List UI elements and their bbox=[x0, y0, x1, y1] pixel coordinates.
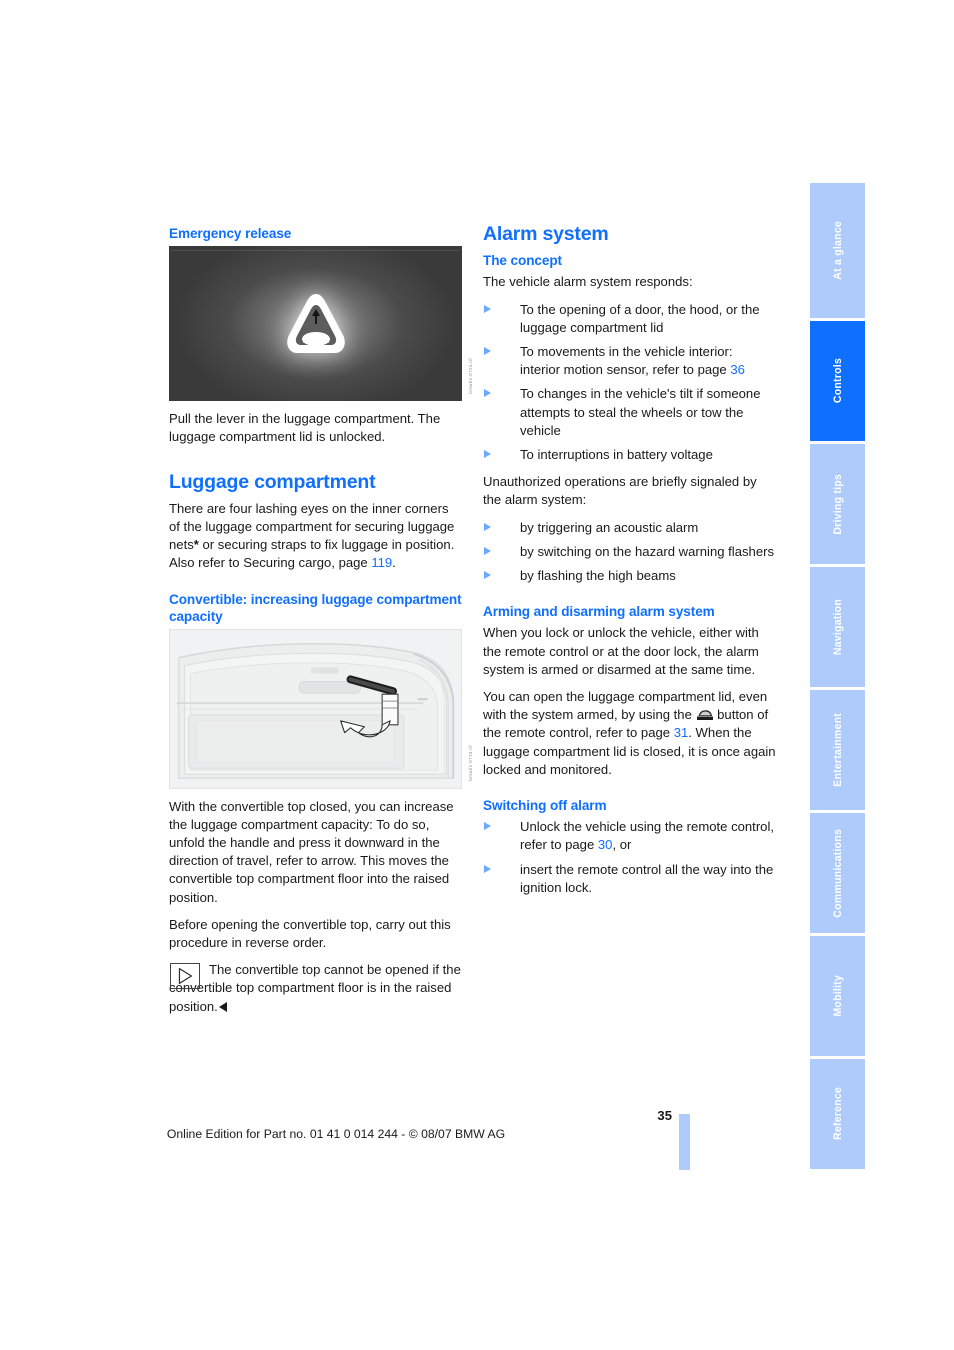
tab-label: Reference bbox=[831, 1087, 844, 1141]
list-item-text: insert the remote control all the way in… bbox=[520, 861, 774, 895]
bullet-triangle-icon bbox=[484, 822, 491, 831]
list-item: To interruptions in battery voltage bbox=[483, 446, 776, 464]
heading-arming-disarming: Arming and disarming alarm system bbox=[483, 604, 715, 620]
arming-paragraph-1: When you lock or unlock the vehicle, eit… bbox=[483, 625, 759, 677]
convertible-compartment-illustration bbox=[169, 628, 462, 789]
tab-label: Driving tips bbox=[831, 473, 844, 535]
note-text: The convertible top cannot be opened if … bbox=[169, 962, 461, 1014]
figure-convertible-capacity: bmw01-0719.tif bbox=[169, 628, 473, 789]
trunk-button-icon bbox=[696, 707, 713, 721]
emergency-release-body: Pull the lever in the luggage compartmen… bbox=[169, 411, 441, 445]
luggage-paragraph-2: Also refer to Securing cargo, page 119. bbox=[169, 554, 462, 572]
list-item-text: To interruptions in battery voltage bbox=[520, 447, 713, 463]
convertible-paragraph-2: Before opening the convertible top, carr… bbox=[169, 916, 451, 951]
footer-accent-bar bbox=[679, 1114, 690, 1170]
list-item-text-pre: To movements in the vehicle interior: in… bbox=[520, 344, 733, 378]
right-column: Alarm system The concept The vehicle ala… bbox=[483, 223, 776, 906]
heading-switching-off-alarm: Switching off alarm bbox=[483, 798, 607, 814]
bullet-triangle-icon bbox=[484, 522, 491, 531]
luggage-paragraph-1-cont: or securing straps to fix luggage in pos… bbox=[198, 537, 455, 553]
bullet-triangle-icon bbox=[484, 389, 491, 398]
emergency-release-handle-icon bbox=[281, 291, 351, 357]
tab-label: Communications bbox=[831, 828, 844, 918]
edition-footer: Online Edition for Part no. 01 41 0 014 … bbox=[166, 1127, 506, 1141]
switching-off-list: Unlock the vehicle using the remote cont… bbox=[483, 818, 776, 897]
list-item: Unlock the vehicle using the remote cont… bbox=[483, 818, 776, 854]
bullet-triangle-icon bbox=[484, 450, 491, 459]
concept-intro-2: Unauthorized operations are briefly sign… bbox=[483, 474, 757, 508]
list-item: insert the remote control all the way in… bbox=[483, 861, 776, 897]
note-text-wrapper: The convertible top cannot be opened if … bbox=[169, 961, 462, 1016]
list-item: To changes in the vehicle's tilt if some… bbox=[483, 385, 776, 440]
tab-mobility[interactable]: Mobility bbox=[810, 936, 865, 1056]
emergency-release-photo bbox=[169, 246, 462, 402]
tab-label: At a glance bbox=[831, 221, 844, 280]
list-item-text: by switching on the hazard warning flash… bbox=[520, 543, 775, 559]
list-item-text: by triggering an acoustic alarm bbox=[520, 519, 699, 535]
page-link-31[interactable]: 31 bbox=[674, 725, 689, 740]
page-number: 35 bbox=[657, 1108, 672, 1123]
list-item: by switching on the hazard warning flash… bbox=[483, 543, 776, 561]
list-item-text: To changes in the vehicle's tilt if some… bbox=[520, 386, 761, 438]
convertible-paragraph-1: With the convertible top closed, you can… bbox=[169, 798, 454, 905]
heading-convertible-capacity: Convertible: increasing luggage compartm… bbox=[169, 591, 462, 624]
page-link-119[interactable]: 119 bbox=[371, 555, 392, 570]
figure-code-emergency: bmw01-0724.tif bbox=[467, 357, 473, 394]
tab-entertainment[interactable]: Entertainment bbox=[810, 690, 865, 810]
figure-code-convertible: bmw01-0719.tif bbox=[467, 745, 473, 781]
tab-label: Mobility bbox=[831, 975, 844, 1017]
figure-emergency-release: bmw01-0724.tif bbox=[169, 246, 473, 402]
bullet-triangle-icon bbox=[484, 304, 491, 313]
luggage-paragraph-1: There are four lashing eyes on the inner… bbox=[169, 500, 462, 555]
list-item-text: by flashing the high beams bbox=[520, 568, 676, 584]
bullet-triangle-icon bbox=[484, 347, 491, 356]
heading-luggage-compartment: Luggage compartment bbox=[169, 470, 376, 493]
bullet-triangle-icon bbox=[484, 571, 491, 580]
list-item-text-pre: Unlock the vehicle using the remote cont… bbox=[520, 819, 775, 853]
section-end-marker-icon bbox=[218, 1001, 227, 1012]
tab-navigation[interactable]: Navigation bbox=[810, 567, 865, 687]
concept-signal-list: by triggering an acoustic alarm by switc… bbox=[483, 519, 776, 586]
tab-reference[interactable]: Reference bbox=[810, 1059, 865, 1169]
tab-label: Entertainment bbox=[831, 713, 844, 787]
securing-cargo-post: . bbox=[392, 555, 396, 571]
heading-emergency-release: Emergency release bbox=[169, 226, 292, 241]
tab-label: Controls bbox=[831, 358, 844, 404]
tab-at-a-glance[interactable]: At a glance bbox=[810, 183, 865, 318]
arming-paragraph-2: You can open the luggage compartment lid… bbox=[483, 688, 776, 779]
list-item: To movements in the vehicle interior: in… bbox=[483, 343, 776, 379]
page-link-36[interactable]: 36 bbox=[730, 362, 745, 377]
tab-controls[interactable]: Controls bbox=[810, 321, 865, 441]
tab-driving-tips[interactable]: Driving tips bbox=[810, 444, 865, 564]
list-item: To the opening of a door, the hood, or t… bbox=[483, 301, 776, 337]
left-column: Emergency release bmw01-0724.tif Pull th… bbox=[169, 225, 473, 1016]
securing-cargo-pre: Also refer to Securing cargo, page bbox=[169, 555, 372, 571]
tab-communications[interactable]: Communications bbox=[810, 813, 865, 933]
bullet-triangle-icon bbox=[484, 546, 491, 555]
note-block: The convertible top cannot be opened if … bbox=[169, 961, 462, 1016]
list-item-text-post: , or bbox=[612, 837, 632, 853]
manual-page: Emergency release bmw01-0724.tif Pull th… bbox=[0, 0, 954, 1350]
list-item: by flashing the high beams bbox=[483, 567, 776, 585]
bullet-triangle-icon bbox=[484, 864, 491, 873]
list-item: by triggering an acoustic alarm bbox=[483, 519, 776, 537]
tab-label: Navigation bbox=[831, 598, 844, 656]
chapter-tab-strip: At a glance Controls Driving tips Naviga… bbox=[810, 183, 865, 1169]
heading-the-concept: The concept bbox=[483, 253, 562, 269]
note-triangle-icon bbox=[170, 963, 200, 990]
list-item-text: To the opening of a door, the hood, or t… bbox=[520, 301, 760, 335]
concept-intro: The vehicle alarm system responds: bbox=[483, 274, 693, 290]
concept-response-list: To the opening of a door, the hood, or t… bbox=[483, 301, 776, 465]
page-link-30[interactable]: 30 bbox=[598, 837, 613, 852]
heading-alarm-system: Alarm system bbox=[483, 223, 609, 245]
